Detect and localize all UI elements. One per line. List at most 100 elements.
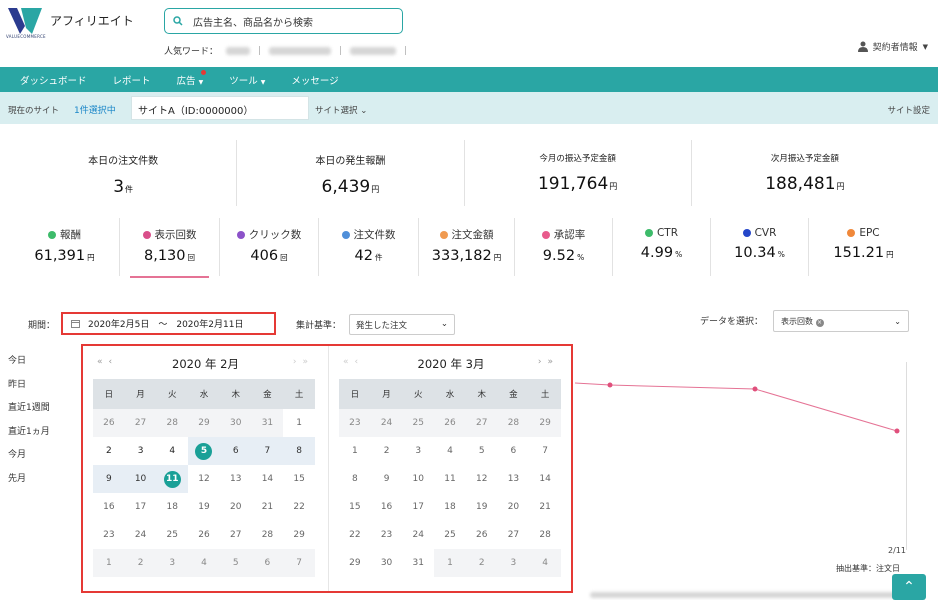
calendar-day[interactable]: 31	[251, 409, 284, 437]
calendar-day[interactable]: 8	[339, 465, 371, 493]
calendar-day[interactable]: 30	[371, 549, 403, 577]
calendar-day[interactable]: 29	[188, 409, 220, 437]
popular-word[interactable]	[269, 46, 332, 55]
calendar-day[interactable]: 23	[371, 521, 403, 549]
calendar-day[interactable]: 25	[156, 521, 188, 549]
calendar-day[interactable]: 4	[156, 437, 188, 465]
calendar-day[interactable]: 12	[466, 465, 498, 493]
calendar-day[interactable]: 27	[465, 409, 498, 437]
calendar-day[interactable]: 22	[339, 521, 371, 549]
calendar-day[interactable]: 4	[188, 549, 220, 577]
clear-icon[interactable]: ×	[815, 318, 824, 327]
calendar-day[interactable]: 7	[251, 437, 284, 465]
calendar-day[interactable]: 11	[434, 465, 466, 493]
calendar-day[interactable]: 24	[370, 409, 403, 437]
popular-word[interactable]	[226, 46, 251, 55]
data-select[interactable]: 表示回数 × ⌄	[773, 310, 909, 332]
calendar-day[interactable]: 5	[466, 437, 498, 465]
calendar-day[interactable]: 17	[402, 493, 434, 521]
calendar-day[interactable]: 9	[371, 465, 403, 493]
calendar-day[interactable]: 15	[283, 465, 315, 493]
calendar-day[interactable]: 27	[220, 521, 252, 549]
calendar-day[interactable]: 2	[93, 437, 125, 465]
calendar-day[interactable]: 21	[252, 493, 284, 521]
calendar-day[interactable]: 24	[402, 521, 434, 549]
calendar-day[interactable]: 5	[219, 549, 252, 577]
metric-epc[interactable]: EPC 151.21 円	[809, 218, 918, 276]
calendar-day[interactable]: 22	[283, 493, 315, 521]
preset-last-month-range[interactable]: 直近1ヵ月	[8, 421, 50, 445]
calendar-day[interactable]: 28	[529, 521, 561, 549]
calendar-day[interactable]: 27	[124, 409, 157, 437]
calendar-day[interactable]: 2	[124, 549, 157, 577]
calendar-day[interactable]: 28	[497, 409, 530, 437]
calendar-day[interactable]: 26	[93, 409, 125, 437]
period-date-range-input[interactable]: 2020年2月5日 〜 2020年2月11日	[61, 312, 276, 335]
metric-ctr[interactable]: CTR 4.99%	[613, 218, 711, 276]
calendar-day[interactable]: 18	[434, 493, 466, 521]
scroll-top-button[interactable]: ⌃	[892, 574, 926, 600]
calendar-day[interactable]: 8	[283, 437, 315, 465]
calendar-day[interactable]: 26	[466, 521, 498, 549]
calendar-day[interactable]: 3	[125, 437, 157, 465]
calendar-day[interactable]: 26	[434, 409, 466, 437]
calendar-day[interactable]: 10	[402, 465, 434, 493]
preset-previous-month[interactable]: 先月	[8, 468, 50, 492]
calendar-day[interactable]: 14	[529, 465, 561, 493]
nav-dashboard[interactable]: ダッシュボード	[20, 73, 87, 87]
calendar-day[interactable]: 13	[498, 465, 530, 493]
metric-reward[interactable]: 報酬 61,391 円	[10, 218, 120, 276]
calendar-day[interactable]: 28	[156, 409, 189, 437]
calendar-day[interactable]: 2	[371, 437, 403, 465]
selected-count[interactable]: 1件選択中	[74, 103, 116, 116]
metric-cvr[interactable]: CVR 10.34%	[711, 218, 809, 276]
calendar-day[interactable]: 1	[93, 549, 125, 577]
calendar-day[interactable]: 2	[465, 549, 498, 577]
calendar-day[interactable]: 12	[188, 465, 220, 493]
metric-orders[interactable]: 注文件数 42 件	[319, 218, 419, 276]
calendar-day[interactable]: 15	[339, 493, 371, 521]
metric-order-amount[interactable]: 注文金額 333,182 円	[419, 218, 515, 276]
preset-yesterday[interactable]: 昨日	[8, 374, 50, 398]
calendar-day[interactable]: 5	[188, 437, 220, 465]
nav-messages[interactable]: メッセージ	[291, 73, 338, 87]
calendar-day[interactable]: 18	[156, 493, 188, 521]
calendar-day[interactable]: 27	[498, 521, 530, 549]
popular-word[interactable]	[350, 46, 397, 55]
calendar-day[interactable]: 30	[219, 409, 252, 437]
calendar-day[interactable]: 10	[124, 465, 157, 493]
calendar-day[interactable]: 3	[156, 549, 189, 577]
calendar-day[interactable]: 19	[188, 493, 220, 521]
site-setting-link[interactable]: サイト設定	[887, 104, 930, 116]
calendar-day[interactable]: 29	[529, 409, 561, 437]
site-select-dropdown[interactable]: サイト選択 ⌄	[315, 104, 367, 116]
calendar-day[interactable]: 6	[498, 437, 530, 465]
calendar-day[interactable]: 3	[402, 437, 434, 465]
account-menu[interactable]: 契約者情報 ▼	[857, 40, 928, 53]
calendar-day[interactable]: 7	[283, 549, 315, 577]
calendar-day[interactable]: 24	[125, 521, 157, 549]
calendar-day[interactable]: 6	[219, 437, 252, 465]
calendar-day[interactable]: 20	[220, 493, 252, 521]
preset-this-month[interactable]: 今月	[8, 444, 50, 468]
calendar-day[interactable]: 25	[402, 409, 435, 437]
calendar-day[interactable]: 4	[529, 549, 561, 577]
calendar-day[interactable]: 16	[371, 493, 403, 521]
calendar-day[interactable]: 25	[434, 521, 466, 549]
calendar-day[interactable]: 21	[529, 493, 561, 521]
nav-ads[interactable]: 広告 ▼	[177, 69, 206, 87]
metric-clicks[interactable]: クリック数 406 回	[220, 218, 319, 276]
calendar-day[interactable]: 19	[466, 493, 498, 521]
calendar-day[interactable]: 14	[252, 465, 284, 493]
calendar-day[interactable]: 1	[283, 409, 315, 437]
calendar-day[interactable]: 3	[497, 549, 530, 577]
preset-today[interactable]: 今日	[8, 350, 50, 374]
search-input[interactable]: 広告主名、商品名から検索	[164, 8, 403, 34]
calendar-day[interactable]: 31	[402, 549, 434, 577]
calendar-day[interactable]: 1	[434, 549, 466, 577]
calendar-day[interactable]: 29	[339, 549, 371, 577]
calendar-day[interactable]: 6	[251, 549, 284, 577]
preset-last-week[interactable]: 直近1週間	[8, 397, 50, 421]
calendar-day[interactable]: 16	[93, 493, 125, 521]
calendar-day[interactable]: 23	[93, 521, 125, 549]
